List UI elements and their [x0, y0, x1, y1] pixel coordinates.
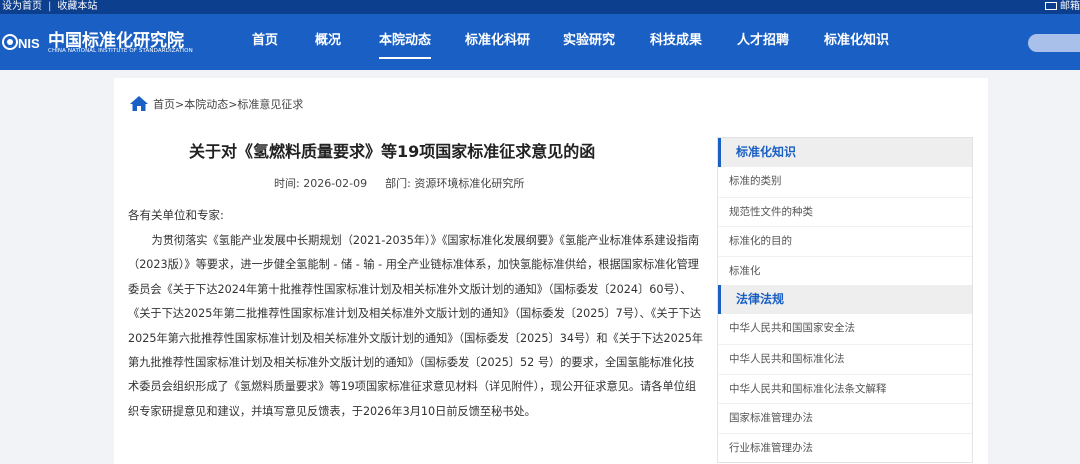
logo-english-name: CHINA NATIONAL INSTITUTE OF STANDARDIZAT… — [48, 48, 193, 54]
top-utility-bar: 设为首页 | 收藏本站 邮箱 — [0, 0, 1080, 14]
sidebar-item-standardization[interactable]: 标准化 — [718, 255, 972, 286]
time-label: 时间: — [274, 177, 300, 190]
top-links: 设为首页 | 收藏本站 — [2, 0, 97, 14]
nav-item-knowledge[interactable]: 标准化知识 — [824, 14, 889, 70]
nav-item-lab[interactable]: 实验研究 — [563, 14, 615, 70]
nav-item-research[interactable]: 标准化科研 — [465, 14, 530, 70]
article-greeting: 各有关单位和专家: — [128, 208, 224, 222]
sidebar: 标准化知识 标准的类别 规范性文件的种类 标准化的目的 标准化 法律法规 中华人… — [717, 137, 973, 464]
sidebar-item-standardization-law[interactable]: 中华人民共和国标准化法 — [718, 343, 972, 374]
breadcrumb-text[interactable]: 首页>本院动态>标准意见征求 — [153, 98, 303, 111]
nav-item-overview[interactable]: 概况 — [315, 14, 341, 70]
site-header: NIS 中国标准化研究院 CHINA NATIONAL INSTITUTE OF… — [0, 14, 1080, 70]
time-value: 2026-02-09 — [303, 177, 368, 190]
sidebar-item-law-interpretation[interactable]: 中华人民共和国标准化法条文解释 — [718, 373, 972, 404]
sidebar-item-security-law[interactable]: 中华人民共和国国家安全法 — [718, 314, 972, 344]
article-paragraph: 为贯彻落实《氢能产业发展中长期规划（2021-2035年）》《国家标准化发展纲要… — [128, 234, 704, 418]
nav-item-news[interactable]: 本院动态 — [379, 14, 432, 70]
logo-mark-text: NIS — [18, 36, 40, 51]
sidebar-item-purpose[interactable]: 标准化的目的 — [718, 226, 972, 256]
sidebar-item-industry-standard-rules[interactable]: 行业标准管理办法 — [718, 432, 972, 463]
home-icon[interactable] — [130, 96, 148, 111]
sidebar-heading-laws[interactable]: 法律法规 — [718, 285, 972, 315]
logo-mark: NIS — [2, 34, 40, 51]
sidebar-item-national-standard-rules[interactable]: 国家标准管理办法 — [718, 403, 972, 433]
bookmark-link[interactable]: 收藏本站 — [57, 1, 97, 12]
nav-item-careers[interactable]: 人才招聘 — [737, 14, 789, 70]
article-meta: 时间: 2026-02-09 部门: 资源环境标准化研究所 — [274, 175, 524, 191]
nav-item-achievements[interactable]: 科技成果 — [650, 14, 702, 70]
top-link-separator: | — [48, 1, 52, 12]
article-title: 关于对《氢燃料质量要求》等19项国家标准征求意见的函 — [189, 142, 596, 161]
sidebar-heading-knowledge[interactable]: 标准化知识 — [718, 138, 972, 167]
content-panel: 首页>本院动态>标准意见征求 关于对《氢燃料质量要求》等19项国家标准征求意见的… — [114, 78, 988, 464]
site-logo[interactable]: NIS 中国标准化研究院 CHINA NATIONAL INSTITUTE OF… — [2, 24, 193, 60]
breadcrumb: 首页>本院动态>标准意见征求 — [130, 96, 303, 112]
search-input[interactable] — [1028, 34, 1080, 52]
dept-label: 部门: — [385, 177, 411, 190]
sidebar-item-standard-types[interactable]: 标准的类别 — [718, 167, 972, 197]
article-body: 为贯彻落实《氢能产业发展中长期规划（2021-2035年）》《国家标准化发展纲要… — [128, 229, 704, 424]
dept-value: 资源环境标准化研究所 — [414, 177, 525, 190]
set-home-link[interactable]: 设为首页 — [2, 1, 42, 12]
mail-label: 邮箱 — [1060, 1, 1080, 12]
sidebar-item-normative-docs[interactable]: 规范性文件的种类 — [718, 196, 972, 227]
mail-link[interactable]: 邮箱 — [1045, 0, 1080, 14]
nav-item-home[interactable]: 首页 — [252, 14, 278, 70]
mail-icon — [1045, 2, 1057, 10]
